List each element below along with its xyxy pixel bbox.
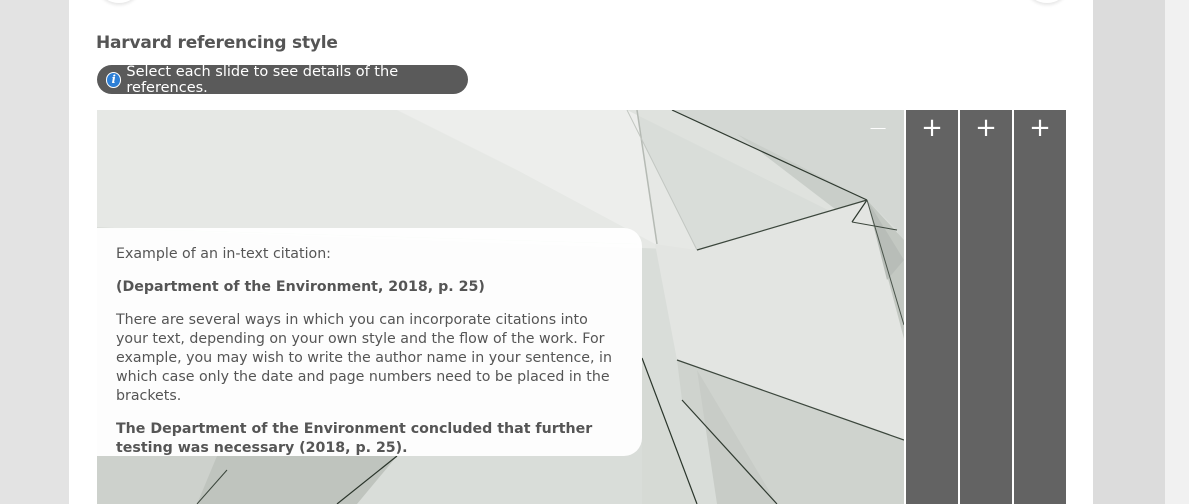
- instruction-banner: i Select each slide to see details of th…: [97, 63, 468, 96]
- instruction-text: Select each slide to see details of the …: [126, 63, 399, 96]
- decorative-curve-right: [1027, 0, 1067, 3]
- decorative-curve-left: [99, 0, 139, 3]
- citation-intro: Example of an in-text citation:: [116, 246, 331, 262]
- plus-icon: +: [975, 113, 997, 143]
- content-card: Harvard referencing style i Select each …: [69, 0, 1093, 504]
- page-background-right: [1093, 0, 1165, 504]
- plus-icon: +: [921, 113, 943, 143]
- plus-icon: +: [1029, 113, 1051, 143]
- citation-example: (Department of the Environment, 2018, p.…: [116, 279, 485, 295]
- minus-icon[interactable]: −: [863, 114, 893, 142]
- slide-tab-2[interactable]: +: [906, 110, 958, 504]
- citation-sentence-example: The Department of the Environment conclu…: [116, 421, 593, 456]
- slide-accordion: Example of an in-text citation: (Departm…: [97, 110, 1066, 504]
- slide-tab-4[interactable]: +: [1014, 110, 1066, 504]
- citation-explanation: There are several ways in which you can …: [116, 312, 612, 404]
- section-title: Harvard referencing style: [96, 33, 338, 53]
- slide-tab-3[interactable]: +: [960, 110, 1012, 504]
- slide-active[interactable]: Example of an in-text citation: (Departm…: [97, 110, 904, 504]
- scrollbar-track[interactable]: [1165, 0, 1189, 504]
- citation-details-card: Example of an in-text citation: (Departm…: [97, 228, 642, 456]
- info-icon: i: [106, 71, 122, 88]
